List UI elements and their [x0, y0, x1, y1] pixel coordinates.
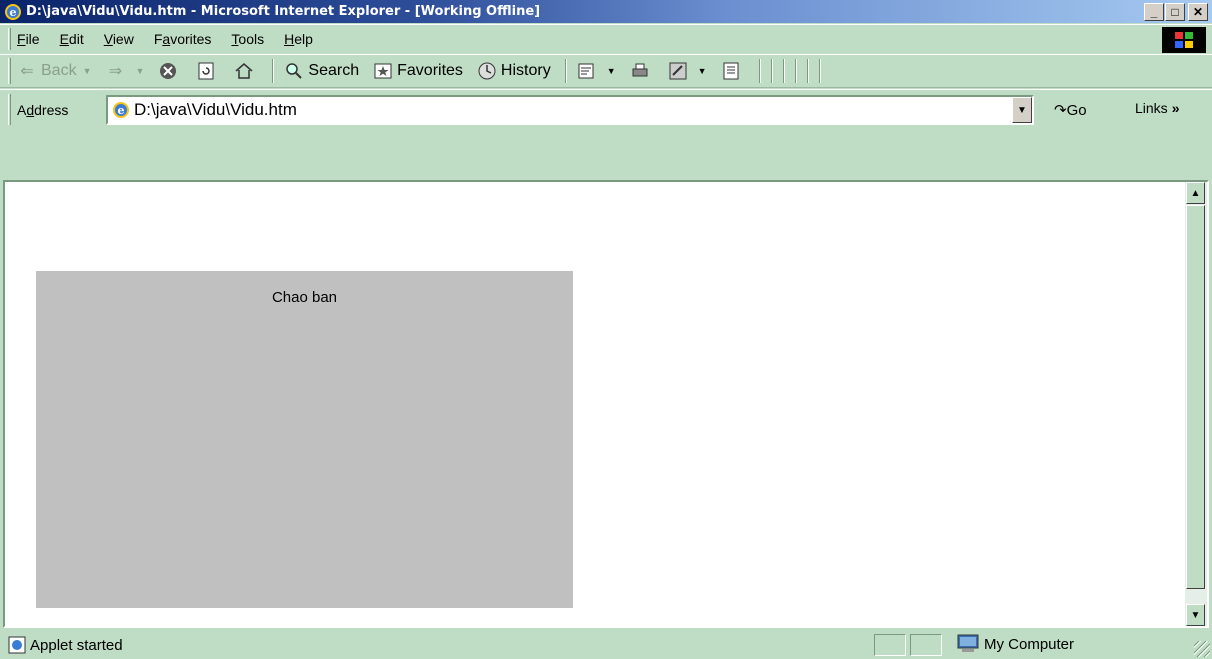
history-label: History: [500, 62, 551, 79]
print-button[interactable]: [630, 61, 654, 81]
address-input[interactable]: e D:\java\Vidu\Vidu.htm ▼: [106, 95, 1034, 125]
stop-button[interactable]: [158, 61, 182, 81]
mail-icon: [578, 63, 594, 79]
computer-icon: [957, 634, 979, 652]
home-icon: [235, 63, 253, 79]
status-panel: [910, 634, 942, 656]
status-panel: [874, 634, 906, 656]
browser-content[interactable]: Chao ban ▲ ▼: [3, 180, 1209, 628]
links-button[interactable]: Links »: [1135, 100, 1179, 116]
address-dropdown-button[interactable]: ▼: [1012, 97, 1032, 123]
go-arrow-icon: ↷: [1054, 102, 1067, 119]
toolbar-separator: [758, 59, 761, 83]
close-button[interactable]: ✕: [1188, 3, 1208, 21]
windows-logo-icon: [1162, 27, 1206, 53]
menu-view[interactable]: View: [104, 31, 134, 47]
menu-help[interactable]: Help: [284, 31, 313, 47]
page-status-icon: [8, 636, 26, 654]
edit-icon: [669, 62, 687, 80]
favorites-label: Favorites: [397, 62, 463, 79]
toolbar-separator: [818, 59, 821, 83]
forward-button[interactable]: ⇒ ▼: [106, 61, 145, 81]
toolbar-separator: [794, 59, 797, 83]
stop-icon: [160, 63, 177, 79]
favorites-icon: [374, 63, 392, 79]
back-label: Back: [41, 62, 77, 79]
menu-edit[interactable]: Edit: [60, 31, 84, 47]
zone-label: My Computer: [984, 635, 1075, 653]
forward-arrow-icon: ⇒: [108, 63, 123, 80]
applet-text: Chao ban: [271, 289, 338, 306]
toolbar-grip[interactable]: [8, 93, 11, 126]
discuss-button[interactable]: [721, 61, 745, 81]
mail-button[interactable]: ▼: [577, 61, 616, 81]
menu-tools[interactable]: Tools: [231, 31, 264, 47]
svg-text:e: e: [10, 6, 17, 19]
scroll-up-button[interactable]: ▲: [1186, 182, 1205, 204]
address-label: Address: [17, 101, 69, 118]
go-label: Go: [1066, 101, 1087, 119]
maximize-button[interactable]: □: [1165, 3, 1185, 21]
toolbar-separator: [564, 59, 567, 83]
standard-toolbar: ⇐ Back ▼ ⇒ ▼ Search Favorites History ▼ …: [0, 54, 1212, 88]
toolbar-grip[interactable]: [8, 58, 11, 84]
status-text: Applet started: [30, 636, 123, 654]
home-button[interactable]: [234, 61, 258, 81]
go-button[interactable]: ↷ Go: [1054, 101, 1087, 120]
chevron-down-icon[interactable]: ▼: [607, 66, 616, 76]
window-title: D:\java\Vidu\Vidu.htm - Microsoft Intern…: [26, 4, 541, 19]
chevron-down-icon[interactable]: ▼: [83, 66, 92, 76]
links-label: Links: [1135, 100, 1168, 116]
print-icon: [632, 63, 648, 77]
address-value[interactable]: D:\java\Vidu\Vidu.htm: [134, 100, 297, 120]
edit-button[interactable]: ▼: [668, 61, 707, 81]
scroll-down-button[interactable]: ▼: [1186, 604, 1205, 626]
search-button[interactable]: Search: [284, 61, 359, 81]
minimize-button[interactable]: _: [1144, 3, 1164, 21]
refresh-icon: [198, 62, 214, 80]
search-icon: [286, 63, 303, 79]
vertical-scrollbar[interactable]: ▲ ▼: [1185, 182, 1207, 626]
refresh-button[interactable]: [196, 61, 220, 81]
svg-text:e: e: [118, 104, 125, 117]
back-arrow-icon: ⇐: [20, 63, 34, 80]
chevron-down-icon[interactable]: ▼: [136, 66, 145, 76]
toolbar-grip[interactable]: [8, 27, 11, 51]
window-controls: _ □ ✕: [1144, 3, 1208, 21]
resize-grip[interactable]: [1194, 641, 1210, 657]
history-icon: [478, 62, 496, 80]
history-button[interactable]: History: [477, 61, 551, 81]
scroll-thumb[interactable]: [1186, 205, 1205, 589]
favorites-button[interactable]: Favorites: [373, 61, 463, 81]
status-bar: Applet started My Computer: [0, 631, 1212, 659]
menu-bar: File Edit View Favorites Tools Help: [0, 24, 1212, 53]
menu-file[interactable]: File: [17, 31, 40, 47]
toolbar-separator: [770, 59, 773, 83]
back-button[interactable]: ⇐ Back ▼: [17, 61, 92, 81]
address-bar: Address e D:\java\Vidu\Vidu.htm ▼ ↷ Go L…: [0, 89, 1212, 129]
toolbar-separator: [272, 59, 275, 83]
toolbar-separator: [782, 59, 785, 83]
search-label: Search: [308, 62, 360, 79]
chevron-right-icon: »: [1171, 100, 1180, 116]
ie-logo-icon: e: [5, 3, 21, 20]
toolbar-separator: [806, 59, 809, 83]
menu-favorites[interactable]: Favorites: [154, 31, 212, 47]
ie-page-icon: e: [113, 102, 129, 118]
discuss-icon: [723, 62, 739, 80]
security-zone[interactable]: My Computer: [956, 634, 1074, 654]
java-applet[interactable]: Chao ban: [36, 271, 573, 608]
title-bar[interactable]: e D:\java\Vidu\Vidu.htm - Microsoft Inte…: [0, 0, 1212, 23]
chevron-down-icon[interactable]: ▼: [698, 66, 707, 76]
